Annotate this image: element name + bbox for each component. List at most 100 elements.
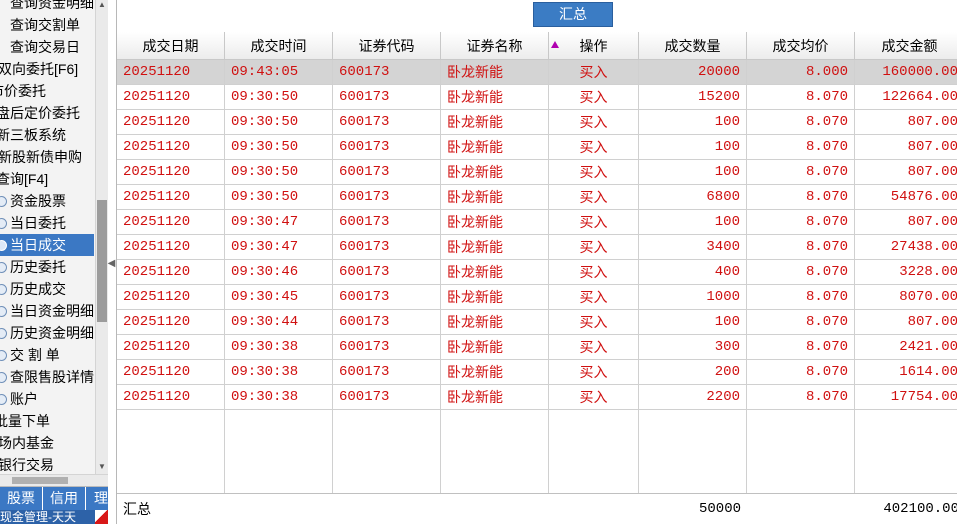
sidebar-item-16[interactable]: 交 割 单: [0, 344, 94, 366]
cell-name: 卧龙新能: [441, 360, 549, 385]
total-row: 汇总 50000 402100.00: [117, 493, 957, 524]
tab-stock[interactable]: 股票: [0, 487, 43, 510]
sidebar-menu-tree: 查询资金明细查询交割单查询交易日双向委托[F6] 市价委托盘后定价委托新三板系统新…: [0, 0, 94, 478]
sidebar-item-0[interactable]: 查询资金明细: [10, 0, 94, 14]
column-header-code[interactable]: 证券代码: [333, 32, 441, 60]
sidebar-item-19[interactable]: 批量下单: [0, 410, 90, 432]
cell-action: 买入: [549, 135, 639, 160]
sidebar-item-3[interactable]: 双向委托[F6]: [0, 58, 94, 80]
sidebar-vertical-scrollbar[interactable]: ▲ ▼: [95, 0, 108, 474]
cell-action: 买入: [549, 260, 639, 285]
sidebar-item-label: 新股新债申购: [0, 149, 82, 165]
table-row[interactable]: 20251120 09:43:05 600173 卧龙新能 买入 20000 8.000 16…: [117, 60, 957, 85]
column-header-action[interactable]: 操作: [549, 32, 639, 60]
cell-code: 600173: [333, 335, 441, 360]
sidebar-item-18[interactable]: 账户: [0, 388, 94, 410]
sidebar-item-label: 市价委托: [0, 83, 46, 99]
scroll-up-arrow-icon[interactable]: ▲: [98, 0, 106, 10]
sidebar-item-label: 交 割 单: [10, 347, 60, 363]
cell-date: 20251120: [117, 210, 225, 235]
cell-price: 8.070: [747, 110, 855, 135]
sidebar-item-label: 历史资金明细: [10, 325, 94, 341]
cell-date: 20251120: [117, 160, 225, 185]
sidebar-item-10[interactable]: 当日委托: [0, 212, 94, 234]
cell-action: 买入: [549, 310, 639, 335]
sidebar-item-4[interactable]: 市价委托: [0, 80, 86, 102]
cell-price: 8.070: [747, 285, 855, 310]
table-row[interactable]: 20251120 09:30:38 600173 卧龙新能 买入 200 8.070 1614…: [117, 360, 957, 385]
cell-name: 卧龙新能: [441, 110, 549, 135]
cell-quantity: 100: [639, 160, 747, 185]
cell-name: 卧龙新能: [441, 335, 549, 360]
scroll-down-arrow-icon[interactable]: ▼: [98, 462, 106, 472]
table-row[interactable]: 20251120 09:30:38 600173 卧龙新能 买入 300 8.070 2421…: [117, 335, 957, 360]
sidebar-scroll-thumb[interactable]: [97, 200, 107, 322]
doc-icon: [0, 306, 7, 317]
sidebar-item-20[interactable]: 场内基金: [0, 432, 94, 454]
sidebar-item-1[interactable]: 查询交割单: [10, 14, 94, 36]
sidebar-item-label: 银行交易: [0, 457, 54, 473]
collapse-sidebar-icon[interactable]: ◀: [107, 250, 116, 278]
cell-amount: 122664.00: [855, 85, 957, 110]
sidebar-item-13[interactable]: 历史成交: [0, 278, 94, 300]
cell-name: 卧龙新能: [441, 85, 549, 110]
table-row[interactable]: 20251120 09:30:50 600173 卧龙新能 买入 100 8.070 807.…: [117, 160, 957, 185]
table-row[interactable]: 20251120 09:30:50 600173 卧龙新能 买入 100 8.070 807.…: [117, 135, 957, 160]
sidebar-item-7[interactable]: 新股新债申购: [0, 146, 94, 168]
table-row[interactable]: 20251120 09:30:38 600173 卧龙新能 买入 2200 8.070 177…: [117, 385, 957, 410]
column-header-quantity[interactable]: 成交数量: [639, 32, 747, 60]
cell-price: 8.070: [747, 360, 855, 385]
table-row[interactable]: 20251120 09:30:45 600173 卧龙新能 买入 1000 8.070 807…: [117, 285, 957, 310]
cell-price: 8.070: [747, 210, 855, 235]
sidebar-item-label: 当日委托: [10, 215, 66, 231]
sidebar-item-2[interactable]: 查询交易日: [10, 36, 94, 58]
table-row[interactable]: 20251120 09:30:44 600173 卧龙新能 买入 100 8.070 807.…: [117, 310, 957, 335]
cell-date: 20251120: [117, 85, 225, 110]
sidebar-item-17[interactable]: 查限售股详情: [0, 366, 94, 388]
cell-amount: 807.00: [855, 210, 957, 235]
cell-code: 600173: [333, 360, 441, 385]
sidebar-item-label: 查询交割单: [10, 17, 80, 33]
sidebar-horizontal-scrollbar[interactable]: [0, 474, 108, 486]
cell-quantity: 100: [639, 310, 747, 335]
table-row[interactable]: 20251120 09:30:50 600173 卧龙新能 买入 6800 8.070 548…: [117, 185, 957, 210]
cell-action: 买入: [549, 385, 639, 410]
table-row[interactable]: 20251120 09:30:47 600173 卧龙新能 买入 3400 8.070 274…: [117, 235, 957, 260]
column-header-amount[interactable]: 成交金额: [855, 32, 957, 60]
table-row[interactable]: 20251120 09:30:47 600173 卧龙新能 买入 100 8.070 807.…: [117, 210, 957, 235]
column-header-time[interactable]: 成交时间: [225, 32, 333, 60]
table-row[interactable]: 20251120 09:30:50 600173 卧龙新能 买入 15200 8.070 12…: [117, 85, 957, 110]
cell-price: 8.070: [747, 160, 855, 185]
column-header-name[interactable]: 证券名称: [441, 32, 549, 60]
table-row[interactable]: 20251120 09:30:46 600173 卧龙新能 买入 400 8.070 3228…: [117, 260, 957, 285]
sidebar-item-12[interactable]: 历史委托: [0, 256, 94, 278]
tab-wealth[interactable]: 理: [86, 487, 108, 510]
cell-action: 买入: [549, 85, 639, 110]
sidebar-item-14[interactable]: 当日资金明细: [0, 300, 94, 322]
sidebar-item-5[interactable]: 盘后定价委托: [0, 102, 92, 124]
table-row[interactable]: 20251120 09:30:50 600173 卧龙新能 买入 100 8.070 807.…: [117, 110, 957, 135]
sidebar-item-11[interactable]: 当日成交: [0, 234, 94, 256]
sidebar-item-9[interactable]: 资金股票: [0, 190, 94, 212]
sidebar-item-6[interactable]: 新三板系统: [0, 124, 92, 146]
cell-time: 09:30:50: [225, 110, 333, 135]
status-flag-icon: [95, 510, 108, 524]
cell-date: 20251120: [117, 235, 225, 260]
cell-name: 卧龙新能: [441, 160, 549, 185]
column-header-date[interactable]: 成交日期: [117, 32, 225, 60]
cell-code: 600173: [333, 160, 441, 185]
total-label: 汇总: [123, 501, 151, 517]
column-header-price[interactable]: 成交均价: [747, 32, 855, 60]
sidebar-item-15[interactable]: 历史资金明细: [0, 322, 94, 344]
cell-name: 卧龙新能: [441, 235, 549, 260]
sidebar-hscroll-thumb[interactable]: [12, 477, 68, 484]
sidebar-item-label: 双向委托[F6]: [0, 61, 79, 77]
sidebar-item-21[interactable]: 银行交易: [0, 454, 94, 476]
sidebar-item-8[interactable]: 查询[F4]: [0, 168, 92, 190]
cell-price: 8.070: [747, 135, 855, 160]
cell-quantity: 100: [639, 110, 747, 135]
summary-button[interactable]: 汇总: [533, 2, 613, 27]
cell-action: 买入: [549, 360, 639, 385]
tab-credit[interactable]: 信用: [43, 487, 86, 510]
cell-name: 卧龙新能: [441, 260, 549, 285]
